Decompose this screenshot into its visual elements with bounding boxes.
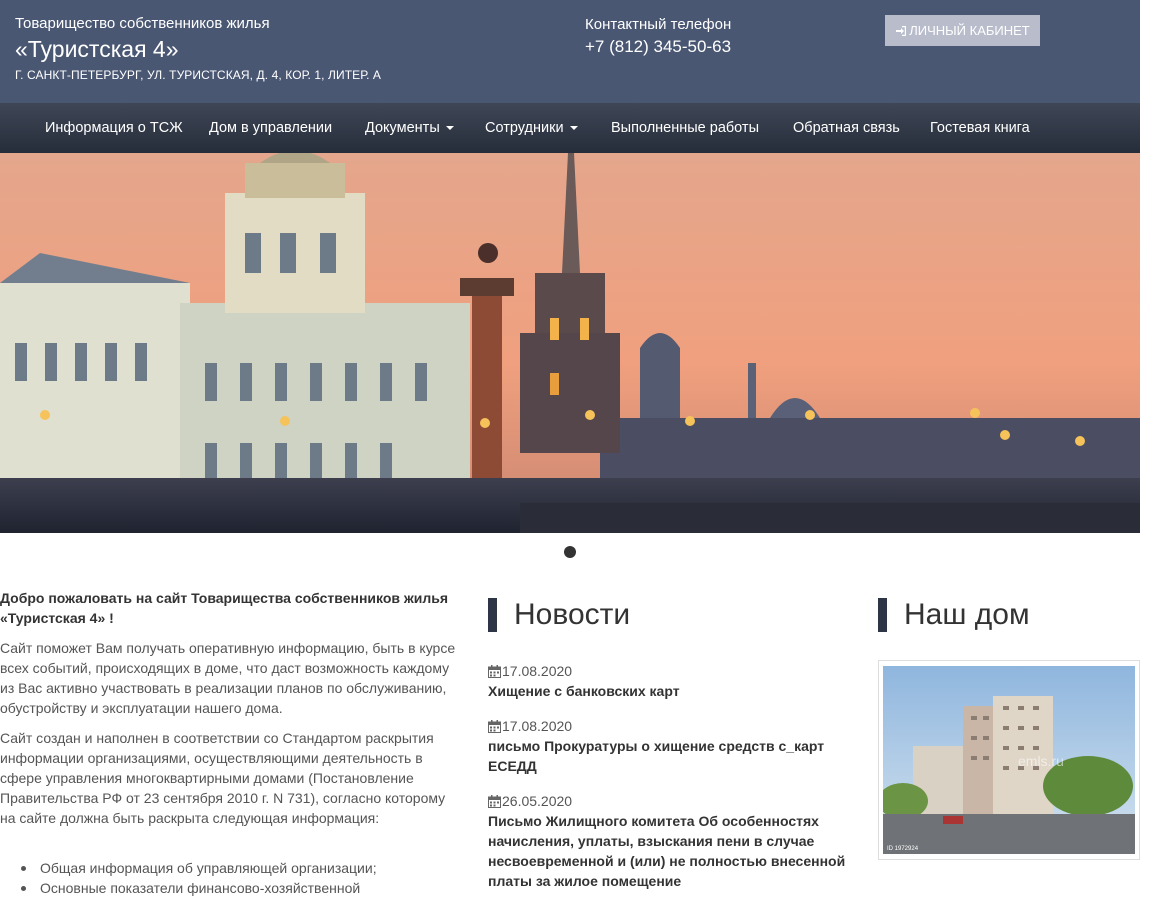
house-heading: Наш дом — [878, 598, 1030, 632]
nav-item-house[interactable]: Дом в управлении — [209, 103, 332, 153]
nav-item-documents[interactable]: Документы — [365, 103, 454, 153]
org-type: Товарищество собственников жилья — [15, 15, 270, 32]
main-nav: Информация о ТСЖ Дом в управлении Докуме… — [0, 103, 1140, 153]
caret-down-icon — [569, 126, 578, 131]
news-title-link[interactable]: письмо Прокуратуры о хищение средств с_к… — [488, 736, 848, 776]
news-title-link[interactable]: Письмо Жилищного комитета Об особенностя… — [488, 811, 848, 891]
nav-item-works[interactable]: Выполненные работы — [611, 103, 759, 153]
nav-item-staff[interactable]: Сотрудники — [485, 103, 578, 153]
list-item: Общая информация об управляющей организа… — [0, 858, 460, 878]
nav-item-label: Документы — [365, 120, 440, 136]
calendar-icon — [488, 719, 501, 733]
sign-in-icon — [896, 25, 907, 36]
house-photo[interactable]: emls.ru ID 1972924 — [878, 660, 1140, 860]
house-photo-illustration: emls.ru ID 1972924 — [883, 666, 1135, 854]
news-date-text: 26.05.2020 — [502, 793, 573, 809]
list-item: Основные показатели финансово-хозяйствен… — [0, 878, 460, 898]
caret-down-icon — [445, 126, 454, 131]
photo-id-text: ID 1972924 — [887, 846, 919, 852]
site-header: Товарищество собственников жилья «Турист… — [0, 0, 1140, 103]
nav-item-label: Обратная связь — [793, 120, 900, 136]
city-skyline-illustration — [0, 153, 1140, 533]
phone-number[interactable]: +7 (812) 345-50-63 — [585, 37, 731, 57]
welcome-paragraph-1: Сайт поможет Вам получать оперативную ин… — [0, 640, 456, 716]
personal-cabinet-label: ЛИЧНЫЙ КАБИНЕТ — [909, 23, 1030, 38]
calendar-icon — [488, 794, 501, 808]
nav-item-label: Гостевая книга — [930, 120, 1030, 136]
news-date: 17.08.2020 — [488, 661, 572, 681]
nav-item-guestbook[interactable]: Гостевая книга — [930, 103, 1030, 153]
news-date: 26.05.2020 — [488, 791, 572, 811]
nav-item-label: Информация о ТСЖ — [45, 120, 183, 136]
nav-item-label: Сотрудники — [485, 120, 564, 136]
hero-slide-image[interactable] — [0, 153, 1140, 533]
news-heading: Новости — [488, 598, 630, 632]
disclosure-list: Общая информация об управляющей организа… — [0, 858, 460, 898]
calendar-icon — [488, 664, 501, 678]
phone-label: Контактный телефон — [585, 16, 732, 33]
news-date: 17.08.2020 — [488, 716, 572, 736]
news-title-link[interactable]: Хищение с банковских карт — [488, 681, 848, 701]
nav-item-label: Выполненные работы — [611, 120, 759, 136]
welcome-heading: Добро пожаловать на сайт Товарищества со… — [0, 590, 449, 626]
welcome-paragraph-2: Сайт создан и наполнен в соответствии со… — [0, 730, 446, 826]
news-date-text: 17.08.2020 — [502, 718, 573, 734]
nav-item-label: Дом в управлении — [209, 120, 333, 136]
org-address: Г. САНКТ-ПЕТЕРБУРГ, УЛ. ТУРИСТСКАЯ, Д. 4… — [15, 68, 382, 82]
nav-item-feedback[interactable]: Обратная связь — [793, 103, 900, 153]
watermark-text: emls.ru — [1018, 753, 1064, 769]
nav-item-info[interactable]: Информация о ТСЖ — [45, 103, 183, 153]
org-name[interactable]: «Туристская 4» — [15, 36, 179, 63]
personal-cabinet-button[interactable]: ЛИЧНЫЙ КАБИНЕТ — [885, 15, 1040, 46]
news-date-text: 17.08.2020 — [502, 663, 573, 679]
slider-indicator-dot[interactable] — [564, 546, 576, 558]
